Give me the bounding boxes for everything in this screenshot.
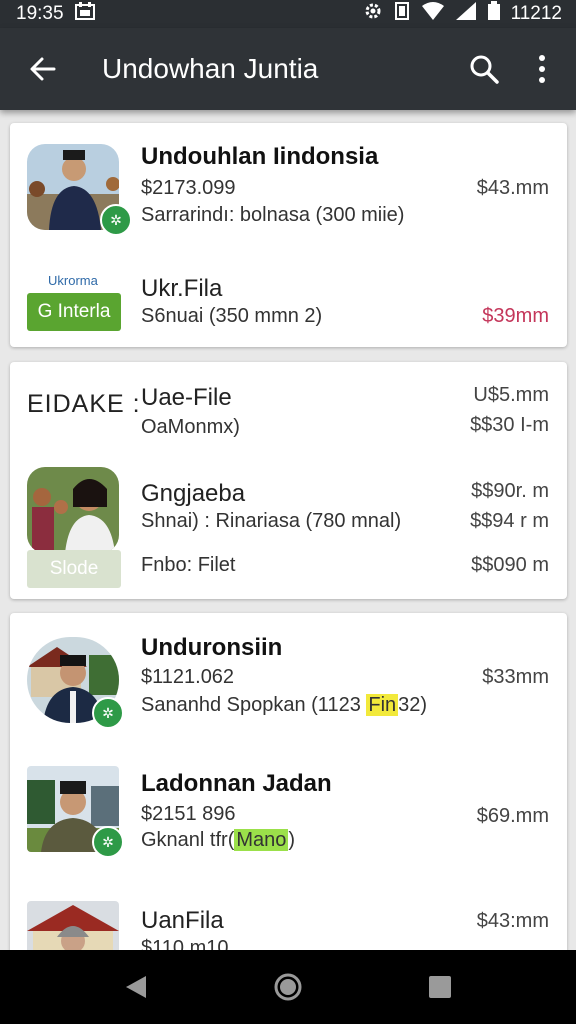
item-price: U$5.mm — [473, 384, 549, 406]
search-icon — [470, 55, 499, 84]
item-subtitle: $2173.099 — [141, 177, 236, 199]
vibrate-icon — [393, 1, 411, 27]
highlight-tag: Fin — [366, 694, 399, 716]
item-title: Uae-File — [141, 384, 232, 411]
list-item[interactable]: ✲ Unduronsiin $1121.062 Sananhd Spopkan … — [10, 613, 567, 748]
battery-icon — [487, 1, 501, 27]
item-title: Gngjaeba — [141, 480, 246, 507]
item-subtitle: S6nuai (350 mmn 2) — [141, 305, 323, 327]
item-subtitle: $2151 896 — [141, 803, 236, 825]
item-title: Ladonnan Jadan — [141, 770, 332, 797]
signal-icon — [455, 1, 477, 27]
item-price-secondary: $$30 I-m — [470, 414, 549, 436]
more-options-button[interactable] — [514, 28, 570, 110]
circle-home-icon — [274, 973, 302, 1001]
list-item[interactable]: Gngjaeba Shnai) : Rinariasa (780 mnal) $… — [10, 450, 567, 553]
triangle-back-icon — [126, 976, 146, 998]
category-tag: Slode — [27, 550, 121, 588]
list-item[interactable]: EIDAKE : Uae-File OaMonmx) U$5.mm $$30 I… — [10, 362, 567, 450]
list-item[interactable]: ✲ Ladonnan Jadan $2151 896 Gknanl tfr(Ma… — [10, 748, 567, 883]
list-item[interactable]: ✲ Undouhlan Iindonsia $2173.099 Sarrarin… — [10, 123, 567, 241]
item-title: Undouhlan Iindonsia — [141, 143, 379, 170]
wifi-icon — [421, 1, 445, 27]
list-item[interactable]: UanFila $110.m10 $43:mm — [10, 883, 567, 950]
item-subtitle: $1121.062 — [141, 666, 235, 688]
more-vert-icon — [539, 55, 545, 83]
share-badge-icon: ✲ — [92, 826, 124, 858]
back-button[interactable] — [0, 28, 84, 110]
app-title: Undowhan Juntia — [102, 53, 319, 84]
item-detail: Gknanl tfr(Mano) — [141, 829, 295, 852]
section-label: EIDAKE : — [27, 390, 141, 418]
item-title: UanFila — [141, 907, 224, 934]
category-tag: G Interla — [27, 293, 121, 331]
item-title: Ukr.Fila — [141, 275, 223, 302]
item-price: $39mm — [482, 305, 549, 327]
system-nav-bar — [0, 950, 576, 1024]
item-title: Unduronsiin — [141, 634, 283, 661]
square-recent-icon — [429, 976, 451, 998]
search-button[interactable] — [454, 28, 514, 110]
item-detail: Sananhd Spopkan (1123 Fin 32) — [141, 694, 427, 717]
content-list[interactable]: ✲ Undouhlan Iindonsia $2173.099 Sarrarin… — [0, 110, 576, 950]
status-time: 19:35 — [16, 3, 64, 24]
list-item[interactable]: Ukrorma G Interla Ukr.Fila S6nuai (350 m… — [10, 241, 567, 347]
item-price: $69.mm — [476, 805, 549, 827]
list-item[interactable]: Slode Fnbo: Filet $$090 m — [10, 530, 567, 599]
nav-home-button[interactable] — [258, 957, 318, 1017]
highlight-tag: Mano — [234, 829, 289, 851]
calendar-icon — [74, 1, 96, 27]
item-price: $$90r. m — [471, 480, 549, 502]
item-detail: Sarrarindı: bolnasa (300 miie) — [141, 204, 405, 226]
arrow-back-icon — [30, 57, 56, 81]
status-clock-right: 11212 — [510, 3, 562, 24]
item-price: $$090 m — [471, 554, 549, 576]
status-bar: 19:35 11212 — [0, 0, 576, 28]
item-price: $43.mm — [476, 177, 549, 199]
nav-back-button[interactable] — [106, 957, 166, 1017]
item-price: $33mm — [482, 666, 549, 688]
tag-caption: Ukrorma — [48, 273, 98, 288]
share-badge-icon: ✲ — [100, 204, 132, 236]
result-card-3: ✲ Unduronsiin $1121.062 Sananhd Spopkan … — [10, 613, 567, 950]
item-price: $43:mm — [476, 910, 549, 932]
item-title: Fnbo: Filet — [141, 554, 236, 576]
result-card-2: EIDAKE : Uae-File OaMonmx) U$5.mm $$30 I… — [10, 362, 567, 599]
nav-recent-button[interactable] — [410, 957, 470, 1017]
thumbnail-image — [27, 901, 119, 950]
detail-text-end: 32) — [398, 694, 428, 716]
item-subtitle: OaMonmx) — [141, 416, 240, 438]
app-bar: Undowhan Juntia — [0, 28, 576, 110]
result-card-1: ✲ Undouhlan Iindonsia $2173.099 Sarrarin… — [10, 123, 567, 347]
detail-text-end: ) — [288, 829, 296, 851]
detail-text: Gknanl tfr( — [141, 829, 235, 851]
detail-text: Sananhd Spopkan (1123 — [141, 694, 367, 716]
item-subtitle: $110.m10 — [141, 937, 229, 950]
gear-icon — [363, 1, 383, 27]
share-badge-icon: ✲ — [92, 697, 124, 729]
